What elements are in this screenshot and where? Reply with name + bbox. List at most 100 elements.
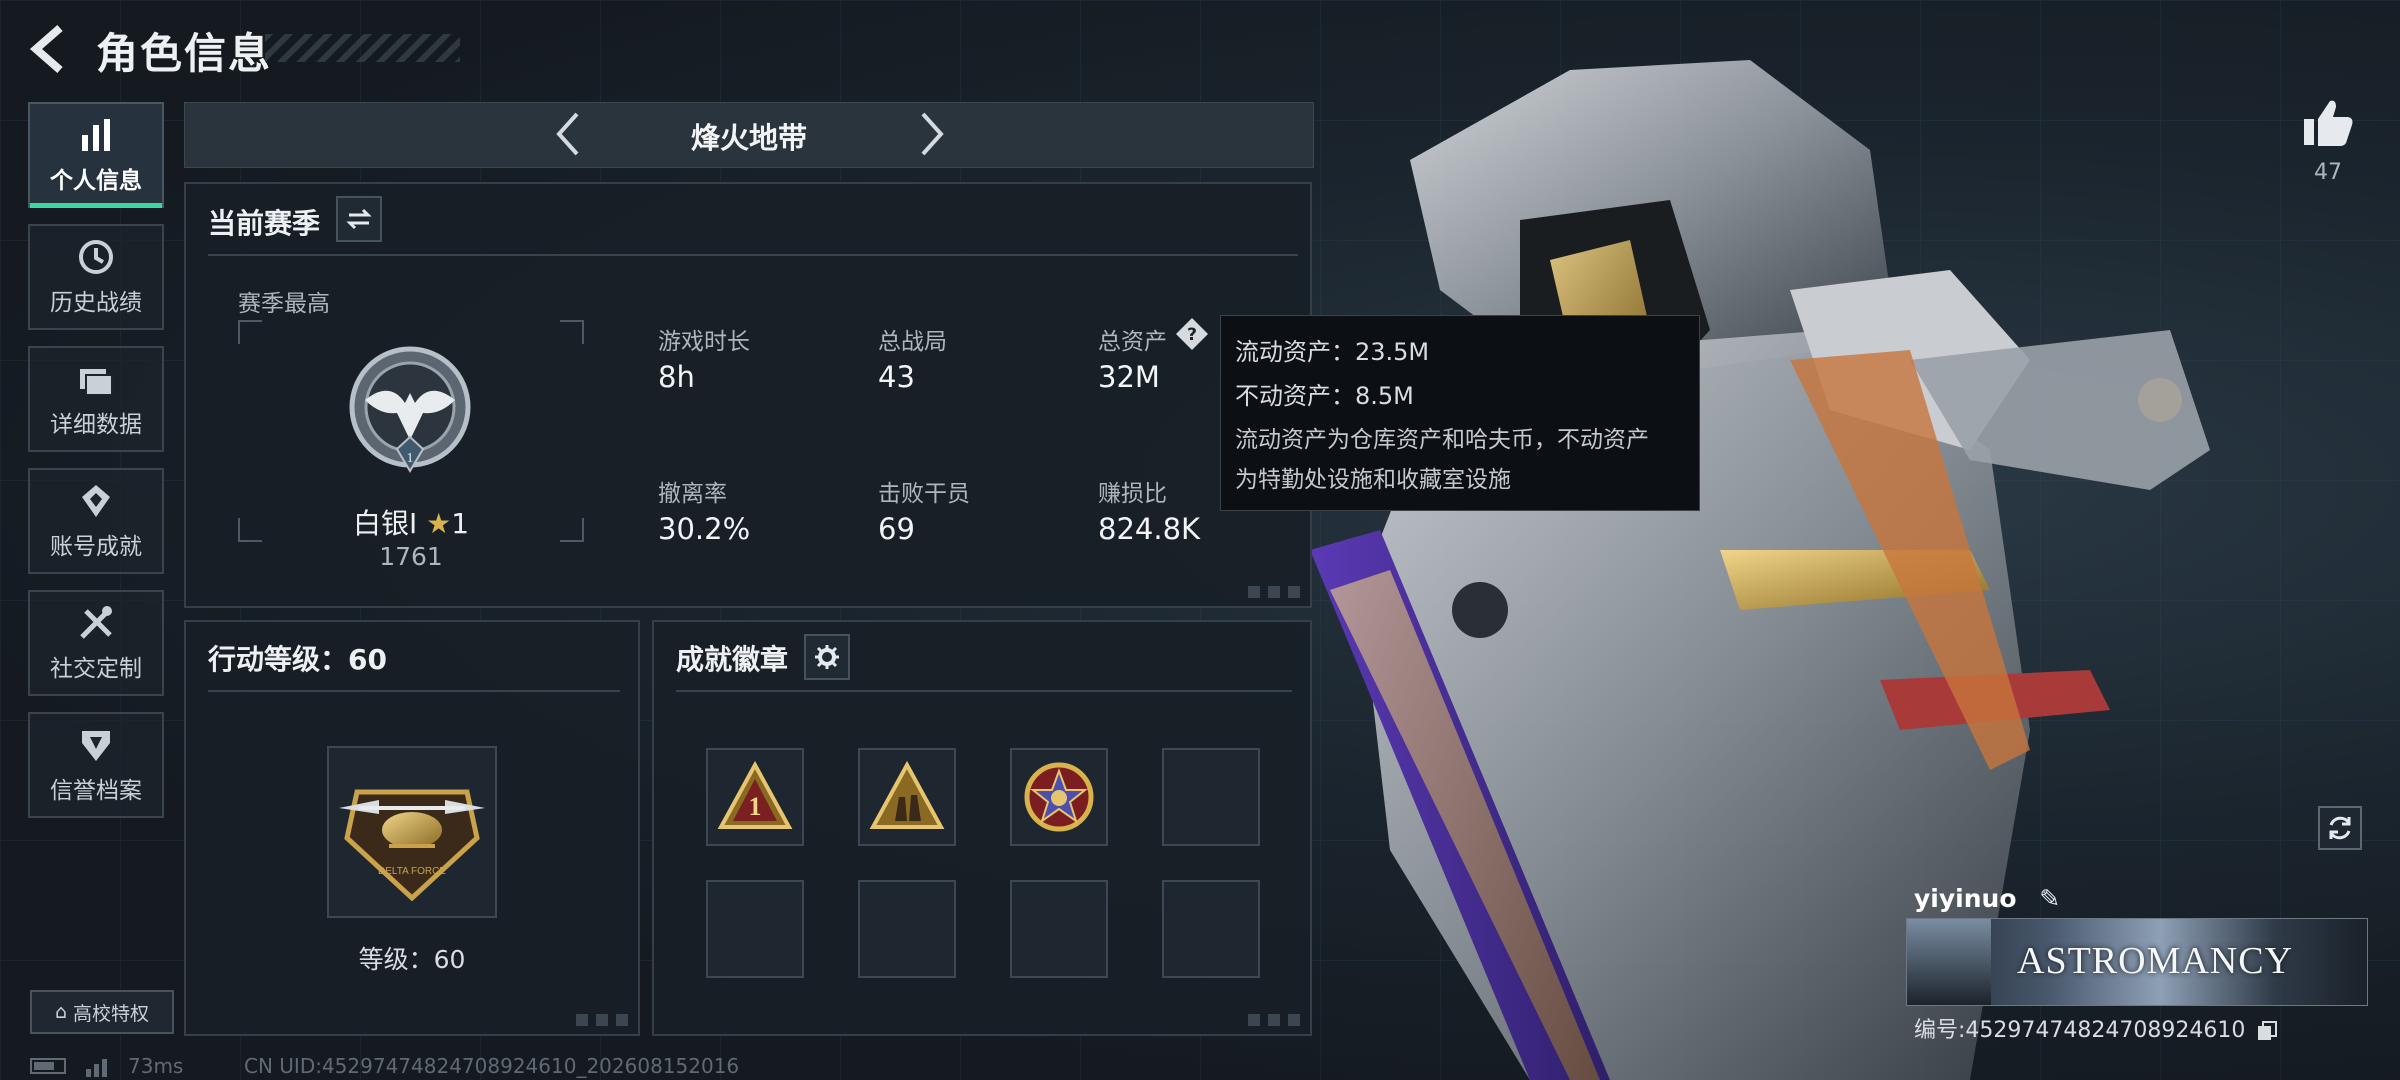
stat-profit-ratio-label: 赚损比 [1098, 481, 1167, 507]
stat-extract-rate-label: 撤离率 [658, 481, 727, 507]
thumbs-up-icon[interactable] [2300, 95, 2356, 151]
badge-slot-empty[interactable] [1162, 748, 1260, 846]
rank-emblem-icon: 1 [349, 346, 471, 473]
badge-slot-empty[interactable] [1010, 880, 1108, 978]
folder-icon [80, 369, 113, 396]
rank-name: 白银I [352, 507, 418, 540]
bar-chart-icon [82, 119, 110, 151]
season-title: 当前赛季 [208, 207, 321, 240]
divider [676, 690, 1292, 692]
action-level-title: 行动等级：60 [208, 643, 387, 676]
stat-matches-value: 43 [878, 360, 915, 394]
sidebar-item-credibility[interactable]: 信誉档案 [28, 712, 164, 818]
achievements-title: 成就徽章 [676, 643, 789, 676]
divider [208, 254, 1298, 256]
clock-icon [79, 240, 113, 274]
panel-corner-decoration [1248, 586, 1302, 598]
signal-icon [86, 1059, 107, 1077]
tools-icon [80, 606, 112, 639]
ping-text: 73ms [128, 1054, 184, 1078]
star-icon: ★ [426, 507, 452, 540]
svg-text:?: ? [1187, 325, 1197, 345]
name-card-banner-text: ASTROMANCY [2017, 940, 2294, 982]
stat-profit-ratio-value: 824.8K [1098, 512, 1201, 546]
assets-tooltip: 流动资产：23.5M 不动资产：8.5M 流动资产为仓库资产和哈夫币，不动资产 … [1220, 315, 1700, 511]
refresh-button[interactable] [2318, 806, 2362, 850]
sidebar-item-personal-info[interactable]: 个人信息 [28, 102, 164, 208]
level-label: 等级：60 [358, 945, 466, 974]
sidebar-item-label: 社交定制 [50, 656, 142, 682]
season-best-label: 赛季最高 [238, 291, 330, 317]
rank-stars: 1 [451, 507, 470, 540]
emblem-text: DELTA FORCE [378, 866, 446, 877]
gear-icon [815, 645, 839, 669]
mode-selector: 烽火地带 [184, 102, 1314, 168]
achievement-settings-button[interactable] [804, 634, 850, 680]
stat-assets-value: 32M [1098, 360, 1160, 394]
level-emblem-frame: DELTA FORCE [327, 746, 497, 918]
player-id: 编号:452974748247089246​10 [1914, 1018, 2246, 1043]
badge-slot[interactable] [858, 748, 956, 846]
next-mode-arrow-icon[interactable] [905, 109, 955, 159]
badge-digit: 1 [749, 792, 762, 821]
panel-corner-decoration [1248, 1014, 1302, 1026]
status-bar: 73ms [30, 1054, 183, 1078]
helicopter-emblem-icon: DELTA FORCE [339, 789, 485, 902]
campus-privilege-button[interactable]: ⌂ 高校特权 [30, 990, 174, 1034]
help-icon[interactable]: ? [1174, 316, 1210, 352]
name-card-banner[interactable]: ASTROMANCY [1906, 918, 2368, 1006]
sidebar-item-history[interactable]: 历史战绩 [28, 224, 164, 330]
tooltip-liquid-assets: 流动资产：23.5M [1235, 338, 1430, 366]
stat-kills-label: 击败干员 [878, 481, 970, 507]
sidebar-item-detailed-data[interactable]: 详细数据 [28, 346, 164, 452]
edit-icon[interactable]: ✎ [2039, 884, 2060, 913]
badge-slot-empty[interactable] [858, 880, 956, 978]
badge-triangle-icon: 1 [717, 760, 793, 829]
tooltip-note-line1: 流动资产为仓库资产和哈夫币，不动资产 [1235, 427, 1649, 453]
sidebar-item-label: 账号成就 [50, 534, 142, 560]
stat-assets-label: 总资产 [1098, 329, 1167, 355]
like-count: 47 [2314, 160, 2342, 185]
badge-medal-icon [1024, 762, 1094, 832]
panel-corner-decoration [576, 1014, 630, 1026]
sidebar-item-label: 个人信息 [50, 168, 142, 194]
campus-privilege-label: 高校特权 [73, 1002, 150, 1025]
player-name: yiyinuo ✎ [1914, 884, 2061, 913]
stat-playtime-value: 8h [658, 360, 695, 394]
stat-matches-label: 总战局 [878, 329, 947, 355]
campus-icon: ⌂ [54, 1001, 68, 1023]
sidebar-item-label: 信誉档案 [50, 778, 142, 804]
rank-emblem-digit: 1 [407, 451, 414, 466]
back-arrow-icon[interactable] [26, 22, 76, 76]
page-title: 角色信息 [96, 29, 273, 78]
badge-slot[interactable]: 1 [706, 748, 804, 846]
tooltip-note-line2: 为特勤处设施和收藏室设施 [1235, 467, 1511, 493]
title-decoration [265, 34, 460, 62]
stat-kills-value: 69 [878, 512, 915, 546]
rank-points: 1761 [379, 542, 443, 571]
badge-slot-empty[interactable] [706, 880, 804, 978]
stat-playtime-label: 游戏时长 [658, 329, 750, 355]
sidebar-item-achievements[interactable]: 账号成就 [28, 468, 164, 574]
badge-slot-empty[interactable] [1162, 880, 1260, 978]
badge-soldiers-icon [869, 760, 945, 829]
season-switch-button[interactable] [336, 196, 382, 242]
refresh-icon [2329, 816, 2351, 840]
player-id-row: 编号:452974748247089246​10 [1914, 1012, 2278, 1044]
mode-label: 烽火地带 [690, 121, 807, 155]
rank-name-row: 白银I ★1 [238, 502, 584, 542]
sidebar-item-label: 历史战绩 [50, 290, 142, 316]
achievement-icon [82, 485, 110, 517]
uid-text: CN UID:452974748247089246​10_20260815201… [244, 1054, 740, 1078]
stat-extract-rate-value: 30.2% [658, 512, 751, 546]
badge-slot[interactable] [1010, 748, 1108, 846]
swap-icon [346, 208, 372, 230]
battery-icon [30, 1058, 66, 1074]
divider [208, 690, 620, 692]
credibility-icon [82, 731, 110, 761]
sidebar-item-label: 详细数据 [50, 412, 142, 438]
sidebar-item-social-custom[interactable]: 社交定制 [28, 590, 164, 696]
name-card-portrait [1907, 919, 1991, 1005]
copy-icon[interactable] [2256, 1020, 2278, 1042]
tooltip-fixed-assets: 不动资产：8.5M [1235, 382, 1414, 410]
